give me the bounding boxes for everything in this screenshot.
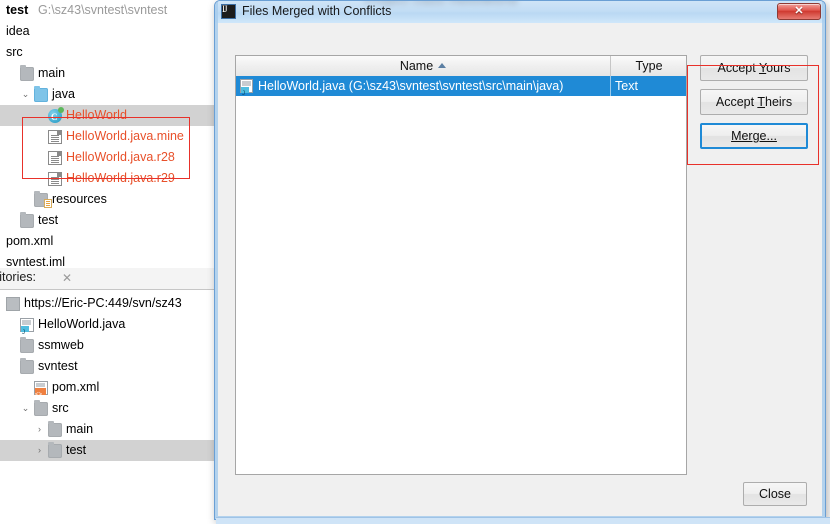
repo-tree-item[interactable]: ⌄ src [0, 398, 216, 419]
background-window-title-blurred: Project class HelloWorld [365, 1, 518, 7]
tree-item-label: resources [52, 192, 107, 206]
accept-theirs-post: heirs [765, 95, 793, 109]
close-button[interactable]: Close [743, 482, 807, 506]
repo-tree-item-label: HelloWorld.java [38, 317, 126, 331]
chevron-right-icon[interactable]: › [34, 440, 45, 461]
chevron-down-icon[interactable]: ⌄ [20, 84, 31, 105]
table-header-row: Name Type [236, 56, 686, 77]
tree-item[interactable]: HelloWorld [0, 105, 216, 128]
repositories-tabbar: ositories: ✕ [0, 268, 216, 290]
tree-item-label: test [6, 3, 29, 17]
window-bottom-strip [216, 517, 830, 524]
column-header-name-label: Name [399, 59, 434, 73]
folder-icon [48, 442, 62, 458]
tree-item-label: test [38, 213, 59, 227]
accept-yours-post: ours [766, 61, 791, 75]
repo-tree-item[interactable]: pom.xml [0, 377, 216, 406]
repo-tree-item-label: src [52, 401, 69, 415]
repo-tree-item[interactable]: ssmweb [0, 335, 216, 356]
folder-icon [20, 212, 34, 228]
tree-item-label: src [6, 45, 23, 59]
dialog-titlebar[interactable]: Files Merged with Conflicts Project clas… [215, 1, 825, 24]
column-header-type-label: Type [635, 59, 663, 73]
tree-item[interactable]: src [0, 42, 216, 63]
tree-item[interactable]: main [0, 63, 216, 84]
file-icon [48, 172, 62, 186]
merge-button[interactable]: Merge... [700, 123, 808, 149]
tree-item-path: G:\sz43\svntest\svntest [38, 3, 168, 17]
resources-folder-icon [34, 191, 52, 208]
merge-post: erge... [741, 129, 777, 143]
folder-icon [34, 86, 48, 102]
chevron-right-icon[interactable]: › [34, 419, 45, 440]
tree-item-label: idea [6, 24, 30, 38]
repo-tree-item-label: main [66, 422, 94, 436]
window-close-button[interactable] [777, 3, 821, 20]
tree-item-label: pom.xml [6, 234, 54, 248]
project-tree-panel[interactable]: test G:\sz43\svntest\svntest idea src main ⌄ j… [0, 0, 216, 268]
repo-tree-item[interactable]: svntest [0, 356, 216, 377]
file-icon [48, 130, 62, 144]
tree-item[interactable]: HelloWorld.java.mine [0, 126, 216, 147]
merge-mnemonic: M [731, 129, 742, 143]
table-row[interactable]: HelloWorld.java (G:\sz43\svntest\svntest… [236, 76, 686, 104]
repo-tree-item[interactable]: https://Eric-PC:449/svn/sz43 [0, 293, 216, 314]
tree-item-label: main [38, 66, 66, 80]
accept-theirs-mnemonic: T [757, 95, 765, 109]
repo-tree-item-label: ssmweb [38, 338, 84, 352]
tree-item-label: HelloWorld.java.r28 [66, 150, 175, 164]
tree-item[interactable]: pom.xml [0, 231, 216, 252]
repo-tree-item-label: svntest [38, 359, 78, 373]
file-icon [48, 151, 62, 165]
tree-item[interactable]: ⌄ java [0, 84, 216, 105]
repo-tree-item[interactable]: HelloWorld.java [0, 314, 216, 344]
tree-item-label: HelloWorld.java.r29 [66, 171, 175, 185]
repo-tree-item-label: pom.xml [52, 380, 100, 394]
folder-icon [20, 358, 34, 374]
close-icon[interactable]: ✕ [62, 271, 72, 285]
dialog-body: Name Type HelloWorld.java (G:\sz43\svnte… [215, 23, 825, 519]
tree-item[interactable]: svntest.iml [0, 252, 216, 268]
repository-root-icon [6, 297, 20, 311]
repo-tree-item-label: https://Eric-PC:449/svn/sz43 [24, 296, 182, 310]
accept-theirs-button[interactable]: Accept Theirs [700, 89, 808, 115]
column-header-name[interactable]: Name [236, 56, 611, 76]
tree-item[interactable]: test [0, 210, 216, 231]
repo-tree-item-label: test [66, 443, 87, 457]
cell-file-type: Text [615, 79, 638, 93]
column-header-type[interactable]: Type [611, 56, 686, 76]
conflict-action-buttons: Accept Yours Accept Theirs Merge... [700, 55, 808, 157]
repo-tree-item[interactable]: › main [0, 419, 216, 440]
folder-icon [20, 337, 34, 353]
accept-yours-pre: Accept [717, 61, 759, 75]
tree-item[interactable]: HelloWorld.java.r29 [0, 168, 216, 189]
column-separator [610, 76, 611, 96]
java-class-icon [48, 107, 64, 128]
cell-file-name: HelloWorld.java (G:\sz43\svntest\svntest… [258, 79, 564, 93]
accept-theirs-pre: Accept [715, 95, 758, 109]
folder-icon [34, 400, 48, 416]
tree-item[interactable]: resources [0, 189, 216, 210]
tree-item-label: svntest.iml [6, 255, 66, 268]
xml-file-icon [34, 381, 48, 406]
folder-icon [20, 65, 34, 81]
tree-item[interactable]: idea [0, 21, 216, 42]
tree-item-label: HelloWorld [66, 108, 127, 122]
repo-tree-item[interactable]: › test [0, 440, 216, 461]
tree-item-label: HelloWorld.java.mine [66, 129, 184, 143]
files-merged-with-conflicts-dialog: Files Merged with Conflicts Project clas… [214, 0, 826, 520]
tree-item-label: java [52, 87, 75, 101]
java-file-icon [240, 79, 253, 104]
intellij-idea-icon [221, 4, 236, 19]
folder-icon [48, 421, 62, 437]
svn-repositories-panel[interactable]: ositories: ✕ https://Eric-PC:449/svn/sz4… [0, 268, 216, 524]
tree-item[interactable]: test G:\sz43\svntest\svntest [0, 0, 216, 21]
chevron-down-icon[interactable]: ⌄ [20, 398, 31, 419]
java-file-icon [20, 318, 34, 344]
repositories-tab-label[interactable]: ositories: [0, 270, 36, 284]
conflicted-files-table[interactable]: Name Type HelloWorld.java (G:\sz43\svnte… [235, 55, 687, 475]
tree-item[interactable]: HelloWorld.java.r28 [0, 147, 216, 168]
accept-yours-button[interactable]: Accept Yours [700, 55, 808, 81]
sort-ascending-icon [438, 63, 447, 68]
